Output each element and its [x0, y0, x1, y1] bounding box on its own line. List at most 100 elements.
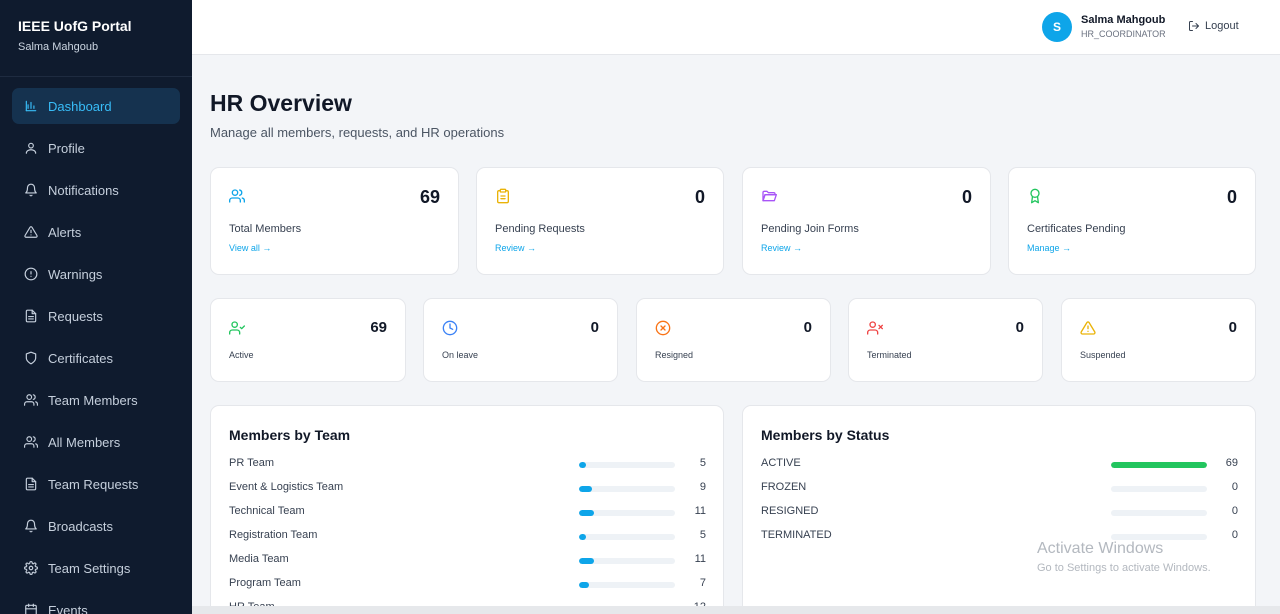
sidebar-item-requests[interactable]: Requests	[12, 298, 180, 334]
folder-open-icon	[761, 188, 777, 204]
alert-triangle-icon	[24, 225, 38, 239]
clock-icon	[442, 320, 458, 336]
bar-fill	[579, 534, 586, 540]
bar-row-label: ACTIVE	[761, 457, 801, 469]
activation-watermark-text: Go to Settings to activate Windows.	[1037, 562, 1211, 574]
stat-card-total-members: 69 Total Members View all →	[210, 167, 459, 275]
bar-row-count: 69	[1225, 457, 1238, 469]
bar-fill	[579, 486, 592, 492]
view-all-link[interactable]: View all →	[229, 243, 271, 253]
file-text-icon	[24, 477, 38, 491]
stat-label: Pending Requests	[495, 223, 585, 235]
sidebar-item-team-members[interactable]: Team Members	[12, 382, 180, 418]
sidebar-item-profile[interactable]: Profile	[12, 130, 180, 166]
sidebar-item-label: Broadcasts	[48, 518, 114, 534]
bar-row: FROZEN 0	[761, 481, 1241, 497]
sidebar-item-all-members[interactable]: All Members	[12, 424, 180, 460]
stat-value: 0	[961, 187, 972, 207]
stat-label: Resigned	[655, 350, 694, 360]
bar-row: Technical Team 11	[229, 505, 709, 521]
bar-track	[1111, 510, 1207, 516]
review-join-forms-link[interactable]: Review →	[761, 243, 802, 253]
stat-value: 0	[1226, 187, 1237, 207]
file-text-icon	[24, 309, 38, 323]
stat-value: 0	[1015, 319, 1024, 336]
bar-track	[579, 486, 675, 492]
bar-row: Media Team 11	[229, 553, 709, 569]
shield-icon	[24, 351, 38, 365]
page-title: HR Overview	[210, 90, 352, 116]
sidebar-item-team-settings[interactable]: Team Settings	[12, 550, 180, 586]
status-card-terminated: 0 Terminated	[848, 298, 1043, 382]
logout-icon	[1189, 21, 1199, 31]
sidebar-item-label: Certificates	[48, 350, 114, 366]
bar-fill	[579, 558, 595, 564]
sidebar-item-label: Events	[48, 602, 88, 614]
users-icon	[24, 435, 38, 449]
bar-track	[1111, 486, 1207, 492]
user-icon	[24, 141, 38, 155]
logout-label: Logout	[1205, 20, 1239, 32]
stat-card-pending-requests: 0 Pending Requests Review →	[476, 167, 724, 275]
sidebar-item-certificates[interactable]: Certificates	[12, 340, 180, 376]
bar-row-count: 11	[694, 505, 706, 517]
bar-row-label: Event & Logistics Team	[229, 481, 344, 493]
bar-row-count: 0	[1231, 481, 1238, 493]
logout-button[interactable]: Logout	[1188, 20, 1239, 32]
avatar[interactable]: S	[1042, 12, 1072, 42]
bar-row-count: 9	[699, 481, 706, 493]
status-card-active: 69 Active	[210, 298, 406, 382]
bar-row: ACTIVE 69	[761, 457, 1241, 473]
user-x-icon	[867, 320, 883, 336]
bar-row-label: Registration Team	[229, 529, 318, 541]
user-check-icon	[229, 320, 245, 336]
user-role: HR_COORDINATOR	[1081, 29, 1166, 39]
stat-label: Active	[229, 350, 254, 360]
users-icon	[24, 393, 38, 407]
clipboard-icon	[495, 188, 511, 204]
stat-value: 0	[694, 187, 705, 207]
bar-chart-icon	[24, 99, 38, 113]
stat-card-certificates-pending: 0 Certificates Pending Manage →	[1008, 167, 1256, 275]
review-requests-link[interactable]: Review →	[495, 243, 536, 253]
sidebar-item-events[interactable]: Events	[12, 592, 180, 614]
sidebar-item-label: Alerts	[48, 224, 82, 240]
bar-row-count: 0	[1231, 529, 1238, 541]
sidebar-item-notifications[interactable]: Notifications	[12, 172, 180, 208]
bar-row-label: TERMINATED	[761, 529, 832, 541]
status-card-resigned: 0 Resigned	[636, 298, 831, 382]
stat-label: Terminated	[867, 350, 912, 360]
sidebar-item-team-requests[interactable]: Team Requests	[12, 466, 180, 502]
bar-row-label: Technical Team	[229, 505, 305, 517]
bar-row: TERMINATED 0	[761, 529, 1241, 545]
activation-watermark-title: Activate Windows	[1037, 540, 1164, 557]
sidebar-item-label: Dashboard	[48, 98, 112, 114]
stat-card-pending-join-forms: 0 Pending Join Forms Review →	[742, 167, 991, 275]
sidebar-item-warnings[interactable]: Warnings	[12, 256, 180, 292]
sidebar-item-label: Notifications	[48, 182, 119, 198]
sidebar-item-broadcasts[interactable]: Broadcasts	[12, 508, 180, 544]
sidebar-item-alerts[interactable]: Alerts	[12, 214, 180, 250]
bar-row-count: 0	[1231, 505, 1238, 517]
bar-row-count: 11	[694, 553, 706, 565]
bar-row-count: 7	[699, 577, 706, 589]
stat-value: 69	[370, 319, 387, 336]
stat-value: 0	[1228, 319, 1237, 336]
sidebar: IEEE UofG Portal Salma Mahgoub Dashboard…	[0, 0, 192, 614]
bar-row: PR Team 5	[229, 457, 709, 473]
bar-row-label: Media Team	[229, 553, 289, 565]
sidebar-item-label: Team Members	[48, 392, 138, 408]
app-title: IEEE UofG Portal	[18, 18, 132, 34]
manage-certificates-link[interactable]: Manage →	[1027, 243, 1071, 253]
bar-fill	[1111, 462, 1207, 468]
stat-label: Suspended	[1080, 350, 1126, 360]
panel-title: Members by Status	[761, 427, 890, 443]
bar-row-label: PR Team	[229, 457, 275, 469]
stat-value: 69	[419, 187, 440, 207]
sidebar-item-dashboard[interactable]: Dashboard	[12, 88, 180, 124]
bar-row: Event & Logistics Team 9	[229, 481, 709, 497]
users-icon	[229, 188, 246, 204]
bar-track	[1111, 462, 1207, 468]
sidebar-item-label: Warnings	[48, 266, 103, 282]
stat-value: 0	[803, 319, 812, 336]
